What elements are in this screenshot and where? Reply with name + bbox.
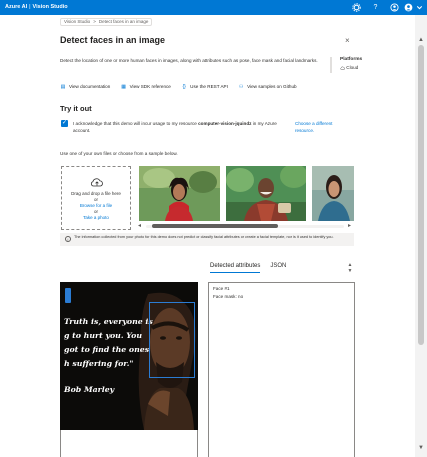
top-bar: Azure AI | Vision Studio ? bbox=[0, 0, 427, 15]
platform-value-label: Cloud bbox=[346, 65, 359, 70]
sdk-icon: ▦ bbox=[121, 83, 126, 90]
dropzone-text: Drag and drop a file here or Browse for … bbox=[62, 191, 130, 221]
link-label: View SDK reference bbox=[129, 84, 171, 89]
code-icon: {} bbox=[182, 83, 186, 90]
link-label: Use the REST API bbox=[190, 84, 228, 89]
quote-line-1: Truth is, everyone is bbox=[64, 317, 153, 326]
brand[interactable]: Azure AI | Vision Studio bbox=[5, 4, 68, 10]
chevron-down-icon[interactable] bbox=[415, 3, 424, 12]
view-documentation-link[interactable]: ▤ View documentation bbox=[60, 83, 111, 90]
sample-carousel-scrollbar[interactable]: ◂ ▸ bbox=[138, 222, 354, 230]
breadcrumb: Vision Studio > Detect faces in an image bbox=[60, 18, 153, 26]
page-scrollbar[interactable]: ▲ ▼ bbox=[415, 15, 427, 457]
resource-links: ▤ View documentation ▦ View SDK reference … bbox=[60, 83, 306, 90]
tab-detected-attributes[interactable]: Detected attributes bbox=[210, 263, 261, 273]
page-description: Detect the location of one or more human… bbox=[60, 58, 318, 63]
brand-separator: | bbox=[29, 4, 31, 10]
use-rest-api-link[interactable]: {} Use the REST API bbox=[181, 83, 228, 90]
face-marker[interactable] bbox=[65, 288, 71, 303]
document-icon: ▤ bbox=[60, 83, 66, 90]
platform-divider bbox=[330, 57, 332, 73]
sample-image-1[interactable] bbox=[139, 166, 220, 221]
scroll-right-icon[interactable]: ▸ bbox=[348, 222, 351, 230]
link-label: View documentation bbox=[69, 84, 111, 89]
sample-image-2[interactable] bbox=[226, 166, 306, 221]
sample-image-3[interactable] bbox=[312, 166, 354, 221]
acknowledge-checkbox[interactable]: ✓ bbox=[61, 120, 68, 127]
detected-attributes-panel: Face #1 Face mask: no bbox=[208, 282, 355, 457]
info-icon: i bbox=[65, 236, 71, 242]
try-it-heading: Try it out bbox=[60, 104, 92, 113]
result-tabs: Detected attributes JSON bbox=[210, 263, 296, 275]
quote-line-2: g to hurt you. You bbox=[64, 331, 143, 340]
quote-line-3: got to find the ones bbox=[64, 345, 150, 354]
carousel-thumb[interactable] bbox=[152, 224, 278, 228]
scroll-down-icon[interactable]: ▼ bbox=[417, 445, 425, 451]
breadcrumb-chevron-icon: > bbox=[93, 19, 96, 24]
ack-resource-name: computer-vision-jquindz bbox=[198, 121, 252, 126]
attribute-face-id: Face #1 bbox=[213, 286, 230, 291]
ack-prefix: I acknowledge that this demo will incur … bbox=[73, 121, 199, 126]
result-navigation: ▲ ▼ bbox=[346, 262, 354, 276]
choose-resource-link[interactable]: Choose a different resource. bbox=[295, 120, 345, 134]
settings-icon[interactable] bbox=[352, 3, 361, 12]
take-photo-link[interactable]: Take a photo bbox=[62, 215, 130, 221]
privacy-notice-text: The information collected from your phot… bbox=[74, 235, 334, 239]
scroll-left-icon[interactable]: ◂ bbox=[138, 222, 141, 230]
use-one-instructions: Use one of your own files or choose from… bbox=[60, 151, 178, 156]
view-sdk-reference-link[interactable]: ▦ View SDK reference bbox=[121, 83, 171, 90]
github-icon: ⚇ bbox=[238, 83, 244, 90]
platform-title: Platforms bbox=[340, 57, 363, 62]
cloud-icon bbox=[340, 66, 345, 70]
avatar-icon[interactable] bbox=[404, 3, 413, 12]
analyzed-image-frame bbox=[60, 430, 198, 457]
page-title: Detect faces in an image bbox=[60, 35, 166, 45]
scroll-thumb[interactable] bbox=[418, 45, 424, 345]
brand-name: Azure AI bbox=[5, 4, 28, 10]
analyzed-image: Truth is, everyone is g to hurt you. You… bbox=[60, 282, 198, 430]
view-samples-github-link[interactable]: ⚇ View samples on Github bbox=[238, 83, 297, 90]
attribute-face-mask: Face mask: no bbox=[213, 294, 244, 299]
breadcrumb-item-current: Detect faces in an image bbox=[98, 19, 149, 24]
face-bounding-box[interactable] bbox=[149, 302, 195, 378]
cloud-upload-icon bbox=[90, 178, 103, 187]
account-icon[interactable] bbox=[390, 3, 399, 12]
help-icon[interactable]: ? bbox=[371, 3, 380, 12]
link-label: View samples on Github bbox=[247, 84, 297, 89]
scroll-up-icon[interactable]: ▲ bbox=[417, 37, 425, 43]
quote-line-4: h suffering for." bbox=[64, 359, 134, 368]
platform-value: Cloud bbox=[340, 65, 358, 70]
close-icon[interactable]: × bbox=[345, 36, 350, 45]
acknowledge-text: I acknowledge that this demo will incur … bbox=[73, 120, 283, 134]
next-result-icon[interactable]: ▼ bbox=[346, 268, 354, 274]
tab-json[interactable]: JSON bbox=[270, 263, 286, 272]
file-dropzone[interactable]: Drag and drop a file here or Browse for … bbox=[61, 166, 131, 230]
quote-author: Bob Marley bbox=[64, 385, 115, 394]
breadcrumb-item-home[interactable]: Vision Studio bbox=[64, 19, 90, 24]
privacy-notice: i The information collected from your ph… bbox=[60, 233, 354, 246]
product-name: Vision Studio bbox=[32, 4, 68, 10]
